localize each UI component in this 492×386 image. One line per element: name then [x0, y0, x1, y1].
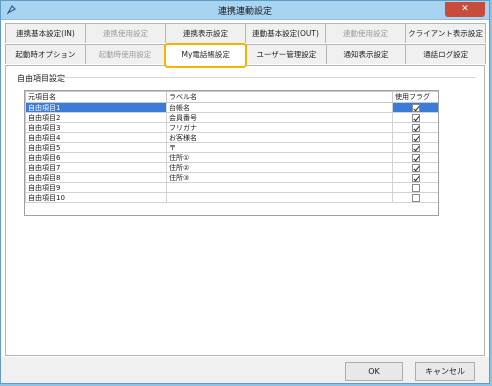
cell-source: 自由項目9: [25, 182, 167, 193]
cell-label[interactable]: フリガナ: [166, 122, 393, 133]
tab-startup-usage: 起動時使用設定: [84, 44, 166, 64]
cell-source: 自由項目4: [25, 132, 167, 143]
table-row[interactable]: 自由項目2 会員番号: [25, 112, 438, 123]
button-bar: OK キャンセル: [1, 357, 489, 383]
cell-flag: [392, 132, 438, 143]
cell-source: 自由項目1: [25, 102, 167, 113]
cell-label[interactable]: 住所②: [166, 162, 393, 173]
tab-client-display[interactable]: クライアント表示設定: [405, 23, 486, 43]
tab-notification-display[interactable]: 通知表示設定: [325, 44, 407, 64]
cell-flag: [392, 112, 438, 123]
use-flag-checkbox[interactable]: [411, 123, 420, 132]
cell-label[interactable]: お客様名: [166, 132, 393, 143]
use-flag-checkbox[interactable]: [411, 183, 420, 192]
group-divider: [60, 77, 476, 78]
header-source-field[interactable]: 元項目名: [25, 91, 167, 103]
free-field-grid[interactable]: 元項目名 ラベル名 使用フラグ 自由項目1 台帳名 自由項目2 会員番号 自由項…: [24, 90, 439, 216]
tab-link-display[interactable]: 連携表示設定: [165, 23, 246, 43]
table-row[interactable]: 自由項目6 住所①: [25, 152, 438, 163]
cell-label[interactable]: 住所①: [166, 152, 393, 163]
tab-link-usage: 連携使用設定: [85, 23, 166, 43]
grid-header-row: 元項目名 ラベル名 使用フラグ: [25, 91, 438, 103]
cell-source: 自由項目3: [25, 122, 167, 133]
cell-flag: [392, 192, 438, 203]
tab-sync-usage: 連動使用設定: [325, 23, 406, 43]
table-row[interactable]: 自由項目7 住所②: [25, 162, 438, 173]
table-row[interactable]: 自由項目1 台帳名: [25, 102, 438, 113]
tab-row-1: 連携基本設定(IN) 連携使用設定 連携表示設定 連動基本設定(OUT) 連動使…: [5, 23, 486, 43]
window-title: 連携連動設定: [217, 7, 272, 17]
tab-link-basic-in[interactable]: 連携基本設定(IN): [5, 23, 86, 43]
use-flag-checkbox[interactable]: [411, 193, 420, 202]
table-row[interactable]: 自由項目3 フリガナ: [25, 122, 438, 133]
tab-my-phonebook[interactable]: My電話帳設定: [164, 43, 248, 68]
cell-label[interactable]: 台帳名: [166, 102, 393, 113]
cell-source: 自由項目8: [25, 172, 167, 183]
cell-source: 自由項目5: [25, 142, 167, 153]
use-flag-checkbox[interactable]: [411, 113, 420, 122]
header-use-flag[interactable]: 使用フラグ: [392, 91, 438, 103]
tab-sync-basic-out[interactable]: 連動基本設定(OUT): [245, 23, 326, 43]
table-row[interactable]: 自由項目8 住所③: [25, 172, 438, 183]
group-label: 自由項目設定: [17, 74, 65, 83]
cell-flag: [392, 162, 438, 173]
use-flag-checkbox[interactable]: [411, 143, 420, 152]
cell-source: 自由項目10: [25, 192, 167, 203]
cell-flag: [392, 172, 438, 183]
table-row[interactable]: 自由項目5 〒: [25, 142, 438, 153]
cell-label[interactable]: 〒: [166, 142, 393, 153]
tab-panel: 自由項目設定 元項目名 ラベル名 使用フラグ 自由項目1 台帳名 自由項目2 会…: [5, 65, 485, 356]
tab-row-2: 起動時オプション 起動時使用設定 My電話帳設定 ユーザー管理設定 通知表示設定…: [5, 43, 487, 68]
close-button[interactable]: ✕: [445, 2, 485, 17]
tab-startup-options[interactable]: 起動時オプション: [5, 44, 86, 64]
use-flag-checkbox[interactable]: [411, 163, 420, 172]
cell-source: 自由項目7: [25, 162, 167, 173]
tab-call-log[interactable]: 通話ログ設定: [405, 44, 487, 64]
cell-flag: [392, 102, 438, 113]
use-flag-checkbox[interactable]: [411, 133, 420, 142]
cell-label[interactable]: 会員番号: [166, 112, 393, 123]
table-row[interactable]: 自由項目10: [25, 192, 438, 203]
title-bar[interactable]: 連携連動設定 ✕: [1, 1, 489, 20]
use-flag-checkbox[interactable]: [411, 173, 420, 182]
cancel-button[interactable]: キャンセル: [415, 362, 475, 381]
settings-window: 連携連動設定 ✕ 連携基本設定(IN) 連携使用設定 連携表示設定 連動基本設定…: [0, 0, 490, 384]
cell-source: 自由項目6: [25, 152, 167, 163]
cell-flag: [392, 142, 438, 153]
ok-button[interactable]: OK: [345, 362, 403, 381]
cell-label[interactable]: [166, 192, 393, 203]
tab-strip: 連携基本設定(IN) 連携使用設定 連携表示設定 連動基本設定(OUT) 連動使…: [5, 21, 487, 68]
cell-label[interactable]: [166, 182, 393, 193]
use-flag-checkbox[interactable]: [411, 103, 420, 112]
cell-flag: [392, 122, 438, 133]
table-row[interactable]: 自由項目4 お客様名: [25, 132, 438, 143]
header-label-name[interactable]: ラベル名: [166, 91, 393, 103]
cell-source: 自由項目2: [25, 112, 167, 123]
cell-flag: [392, 182, 438, 193]
table-row[interactable]: 自由項目9: [25, 182, 438, 193]
cell-flag: [392, 152, 438, 163]
cell-label[interactable]: 住所③: [166, 172, 393, 183]
use-flag-checkbox[interactable]: [411, 153, 420, 162]
tab-user-management[interactable]: ユーザー管理設定: [246, 44, 327, 64]
